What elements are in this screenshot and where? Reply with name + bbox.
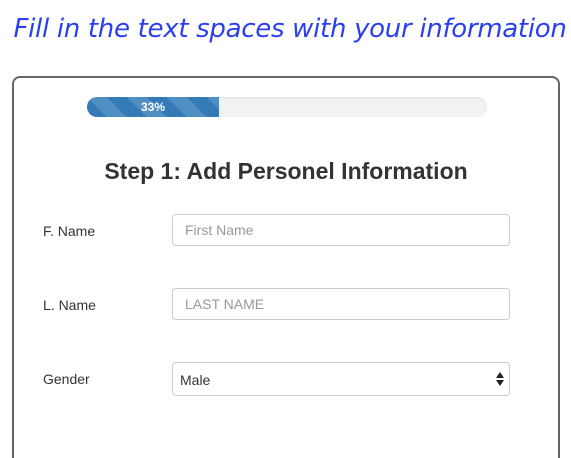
progress-bar: 33% xyxy=(87,97,487,117)
instruction-banner: Fill in the text spaces with your inform… xyxy=(13,14,567,44)
form-card: 33% Step 1: Add Personel Information F. … xyxy=(12,76,560,458)
progress-fill: 33% xyxy=(87,97,219,117)
gender-row: Gender Male xyxy=(14,362,558,396)
select-arrows-icon xyxy=(496,370,504,388)
first-name-row: F. Name xyxy=(14,214,558,248)
gender-select[interactable]: Male xyxy=(172,362,510,396)
gender-label: Gender xyxy=(43,371,90,387)
last-name-label: L. Name xyxy=(43,297,96,313)
first-name-label: F. Name xyxy=(43,223,96,239)
gender-selected-value: Male xyxy=(180,372,211,388)
last-name-input[interactable] xyxy=(172,288,510,320)
step-title: Step 1: Add Personel Information xyxy=(104,158,468,184)
last-name-row: L. Name xyxy=(14,288,558,322)
first-name-input[interactable] xyxy=(172,214,510,246)
